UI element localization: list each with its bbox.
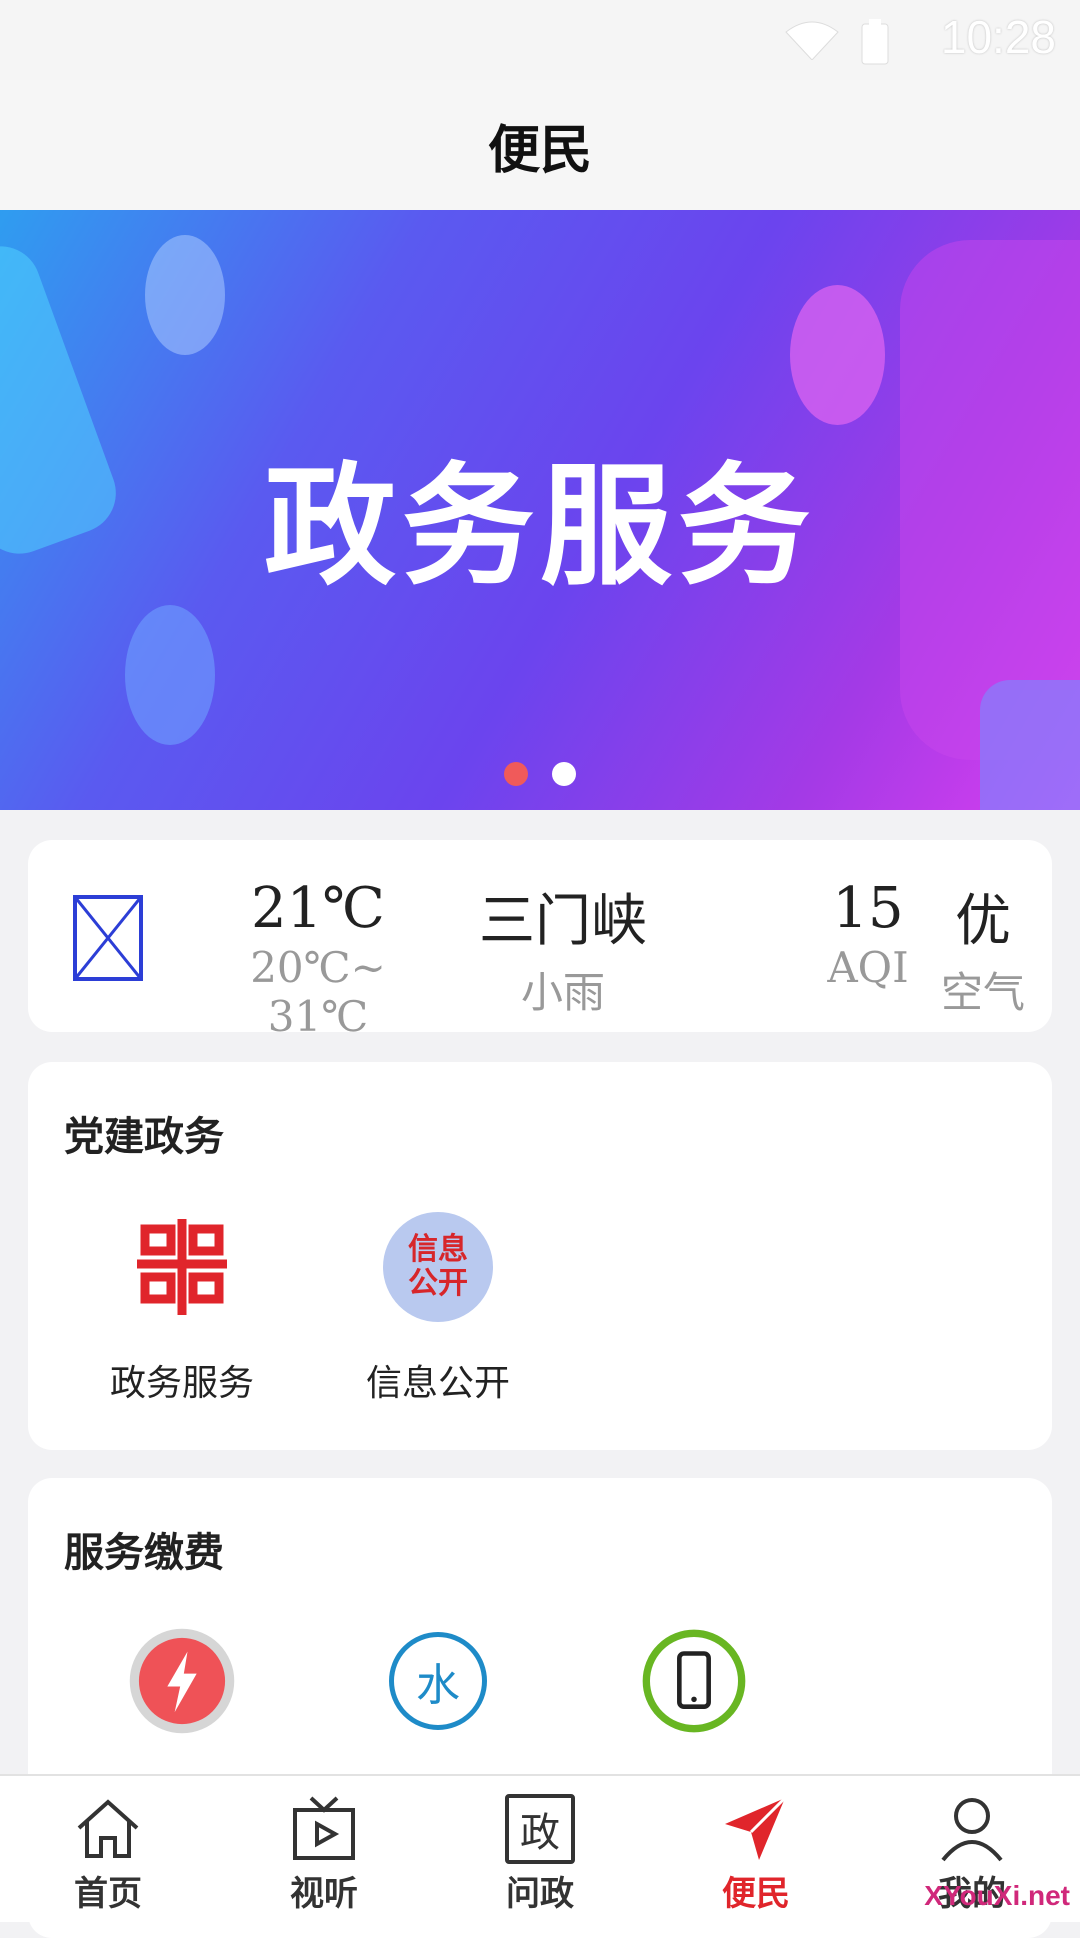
decor-blob [980, 680, 1080, 810]
decor-blob [125, 605, 215, 745]
user-icon [941, 1798, 1003, 1862]
carousel-dot[interactable] [552, 762, 576, 786]
tab-label: 便民 [722, 1874, 790, 1914]
tab-label: 视听 [290, 1874, 358, 1914]
tab-video[interactable]: 视听 [216, 1776, 432, 1922]
city-block: 三门峡 小雨 [458, 876, 668, 1020]
water-icon-text: 水 [389, 1632, 487, 1730]
air-quality-value: 优 [955, 889, 1011, 954]
carousel-indicator [0, 762, 1080, 786]
city-name: 三门峡 [479, 889, 647, 954]
tile-water[interactable]: 水 [328, 1626, 548, 1736]
status-bar: 10:28 [0, 0, 1080, 80]
air-quality-label: 空气 [940, 968, 1025, 1017]
mobile-phone-icon [639, 1626, 749, 1736]
decor-blob [145, 235, 225, 355]
bottom-tab-bar: 首页 视听 政 问政 便民 我的 [0, 1774, 1080, 1922]
tile-electricity[interactable] [72, 1626, 292, 1736]
tile-mobile[interactable] [584, 1626, 804, 1736]
tv-play-icon [293, 1796, 355, 1860]
water-icon: 水 [383, 1626, 493, 1736]
top-bar: 便民 [0, 80, 1080, 210]
government-service-icon [127, 1212, 237, 1322]
banner-carousel[interactable]: 政务服务 [0, 210, 1080, 810]
icon-text: 公开 [408, 1266, 468, 1301]
section-title: 服务缴费 [64, 1529, 224, 1576]
section-title: 党建政务 [64, 1113, 224, 1160]
temperature-block: 21℃ 20℃~ 31℃ [198, 876, 438, 1041]
carousel-dot-active[interactable] [504, 762, 528, 786]
tile-government-service[interactable]: 政务服务 [72, 1212, 292, 1406]
icon-text: 信息 [408, 1231, 468, 1267]
tab-label: 首页 [74, 1874, 142, 1914]
send-icon [725, 1796, 787, 1860]
banner-headline: 政务服务 [264, 450, 816, 604]
aqi-block: 15 AQI [808, 876, 928, 992]
tab-convenience[interactable]: 便民 [648, 1776, 864, 1922]
watermark: XYouXi.net [924, 1880, 1070, 1911]
temperature-range: 20℃~ 31℃ [250, 943, 386, 1041]
aqi-label: AQI [827, 943, 909, 992]
tile-info-disclosure[interactable]: 信息 公开 信息公开 [328, 1212, 548, 1406]
weather-card[interactable]: 21℃ 20℃~ 31℃ 三门峡 小雨 15 AQI 优 空气 [28, 840, 1052, 1041]
status-time: 10:28 [940, 11, 1056, 63]
tab-inquiry[interactable]: 政 问政 [432, 1776, 648, 1922]
battery-icon [861, 19, 889, 65]
air-quality-block: 优 空气 [928, 876, 1038, 1020]
info-disclosure-icon: 信息 公开 [383, 1212, 493, 1322]
tab-label: 问政 [506, 1874, 574, 1914]
page-title: 便民 [487, 119, 592, 181]
wifi-icon [785, 21, 839, 60]
tile-label: 政务服务 [109, 1363, 254, 1404]
weather-icon-placeholder [73, 895, 143, 981]
current-temperature: 21℃ [251, 876, 385, 941]
inquiry-icon: 政 [505, 1794, 575, 1864]
party-government-section: 党建政务 政务服务 信息 公开 信息公开 [28, 1062, 1052, 1450]
weather-condition: 小雨 [520, 968, 605, 1017]
home-icon [77, 1799, 139, 1858]
electricity-icon [127, 1626, 237, 1736]
aqi-value: 15 [832, 876, 904, 941]
tile-label: 信息公开 [365, 1363, 510, 1404]
tab-home[interactable]: 首页 [0, 1776, 216, 1922]
decor-blob [790, 285, 885, 425]
